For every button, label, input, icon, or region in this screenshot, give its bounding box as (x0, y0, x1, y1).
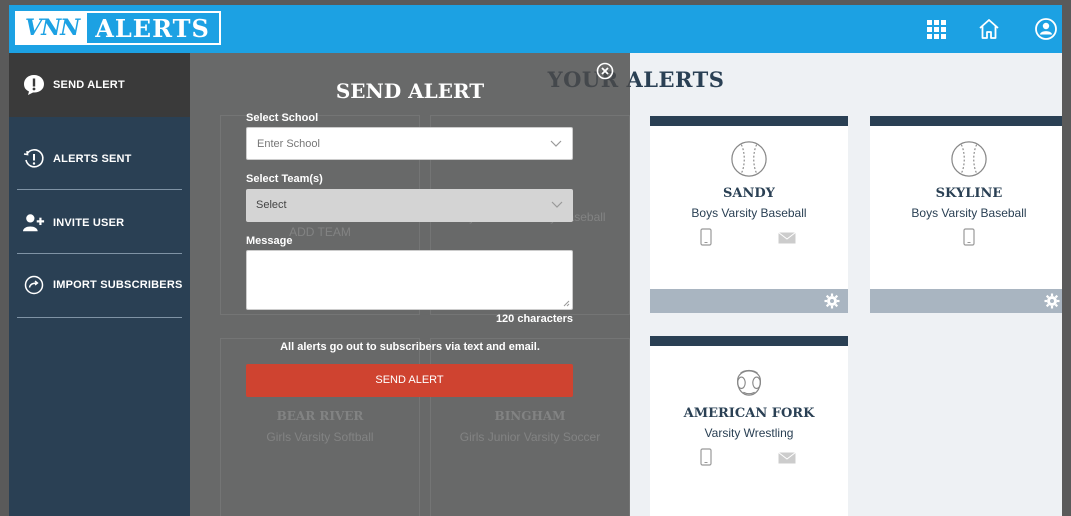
card-header-bar (650, 116, 848, 126)
team-card[interactable]: SANDY Boys Varsity Baseball (650, 116, 848, 313)
team-name: Varsity Wrestling (704, 426, 794, 440)
ghost-card-team: Girls Junior Varsity Soccer (459, 430, 601, 444)
team-school-name: SANDY (723, 186, 775, 201)
sidebar-item-alerts-sent[interactable]: ALERTS SENT (9, 127, 190, 191)
phone-icon[interactable] (700, 448, 712, 466)
user-icon[interactable] (1034, 17, 1058, 41)
sidebar-item-label: ALERTS SENT (53, 153, 132, 165)
gear-icon[interactable] (824, 293, 840, 309)
ghost-card-name: BEAR RIVER (276, 409, 364, 423)
sidebar-item-invite-user[interactable]: INVITE USER (9, 191, 190, 255)
wrestling-headgear-icon (736, 369, 762, 396)
apps-grid-icon[interactable] (924, 17, 948, 41)
close-icon[interactable] (596, 62, 614, 80)
school-placeholder: Enter School (257, 138, 320, 150)
card-footer (650, 289, 848, 313)
school-label: Select School (246, 112, 319, 124)
message-textarea[interactable] (246, 250, 573, 310)
resize-handle-icon[interactable] (563, 300, 570, 307)
history-alert-icon (23, 148, 45, 170)
home-icon[interactable] (977, 17, 1001, 41)
sidebar-item-label: IMPORT SUBSCRIBERS (53, 279, 183, 291)
school-select[interactable]: Enter School (246, 127, 573, 160)
sidebar-item-import-subscribers[interactable]: IMPORT SUBSCRIBERS (9, 253, 190, 317)
logo-text: ALERTS (95, 13, 210, 43)
sidebar-divider (17, 189, 182, 190)
sidebar-divider (17, 317, 182, 318)
team-select[interactable]: Select (246, 189, 573, 222)
mail-icon[interactable] (778, 452, 796, 464)
card-footer (870, 289, 1062, 313)
team-school-name: AMERICAN FORK (683, 406, 815, 421)
logo-mark: VNN (17, 13, 88, 43)
gear-icon[interactable] (1044, 293, 1060, 309)
phone-icon[interactable] (963, 228, 975, 246)
team-card[interactable]: AMERICAN FORK Varsity Wrestling (650, 336, 848, 516)
team-school-name: SKYLINE (935, 186, 1003, 201)
card-header-bar (870, 116, 1062, 126)
team-select-value: Select (256, 199, 287, 211)
team-label: Select Team(s) (246, 173, 323, 185)
app-logo[interactable]: VNN ALERTS (15, 11, 221, 45)
alert-info-note: All alerts go out to subscribers via tex… (280, 341, 540, 353)
team-name: Boys Varsity Baseball (691, 206, 807, 220)
add-user-icon (23, 212, 45, 234)
import-icon (23, 274, 45, 296)
team-card[interactable]: SKYLINE Boys Varsity Baseball (870, 116, 1062, 313)
sidebar: SEND ALERT ALERTS SENT INVITE USER IMPOR… (9, 53, 190, 516)
app-window: VNN ALERTS SEND ALERT ALERTS SENT INVITE… (9, 5, 1062, 516)
top-header: VNN ALERTS (9, 5, 1062, 53)
phone-icon[interactable] (700, 228, 712, 246)
chevron-down-icon (550, 140, 562, 147)
chevron-down-icon (551, 201, 563, 208)
modal-title: SEND ALERT (335, 79, 485, 103)
baseball-icon (731, 141, 767, 177)
ghost-card-name: BINGHAM (494, 409, 566, 423)
baseball-icon (951, 141, 987, 177)
message-label: Message (246, 235, 293, 247)
sidebar-item-label: INVITE USER (53, 217, 125, 229)
character-count: 120 characters (495, 313, 573, 325)
send-alert-button[interactable]: SEND ALERT (246, 364, 573, 397)
ghost-card-team: Girls Varsity Softball (266, 430, 374, 444)
card-header-bar (650, 336, 848, 346)
mail-icon[interactable] (778, 232, 796, 244)
team-name: Boys Varsity Baseball (911, 206, 1027, 220)
